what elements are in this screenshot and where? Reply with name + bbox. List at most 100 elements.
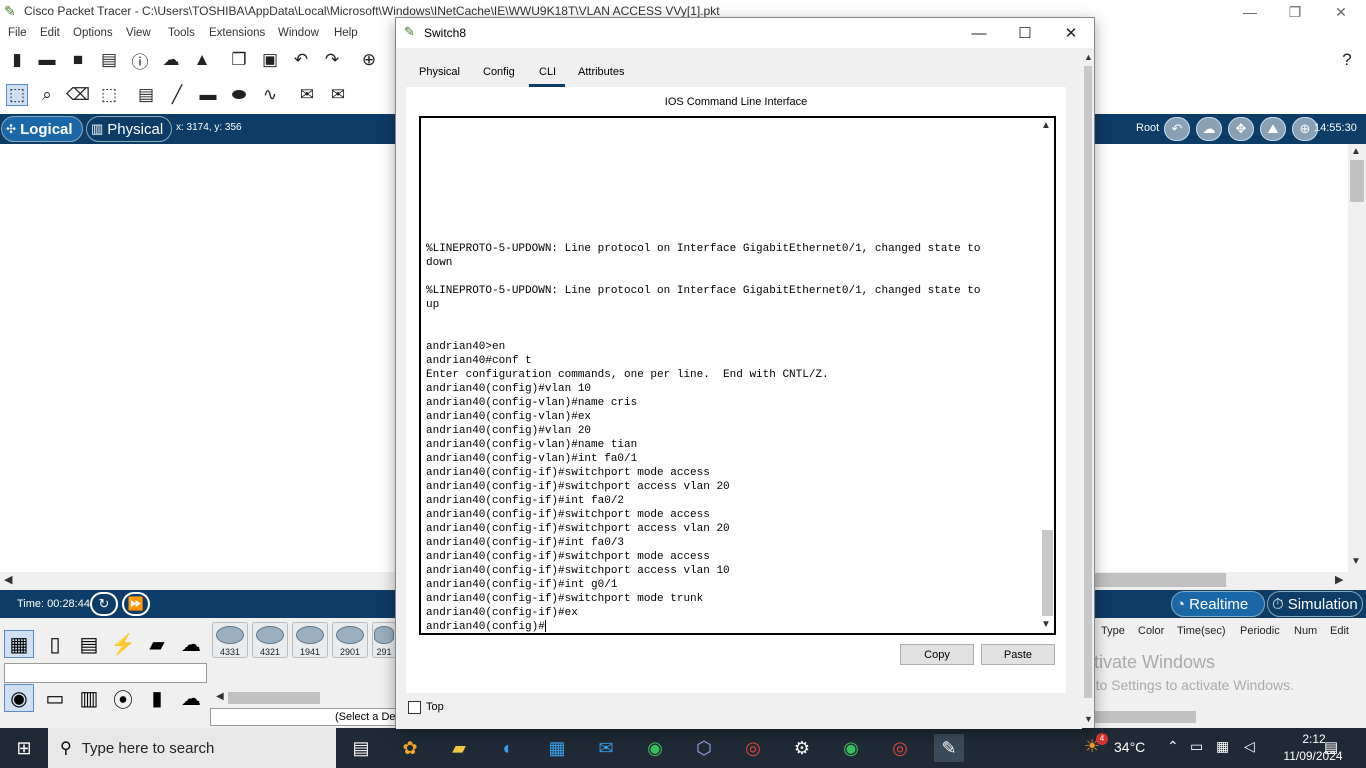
menu-tools[interactable]: Tools (168, 27, 195, 39)
mail-icon[interactable]: ✉ (591, 734, 621, 762)
back-icon[interactable]: ↶ (1164, 117, 1190, 141)
close-button[interactable]: ✕ (1318, 0, 1364, 24)
router-tile-2911[interactable]: 291 (372, 622, 396, 658)
notifications-icon[interactable]: ▤ (1324, 738, 1338, 756)
terminal-scroll-down-icon[interactable]: ▼ (1041, 619, 1051, 630)
open-folder-icon[interactable]: ▬ (36, 49, 58, 71)
device-list-thumb[interactable] (228, 692, 320, 704)
tray-date[interactable]: 11/09/2024 (1276, 749, 1350, 763)
help-icon[interactable]: ? (1336, 49, 1358, 71)
dialog-maximize-button[interactable]: ☐ (1002, 18, 1048, 48)
reset-time-icon[interactable]: ↻ (90, 592, 118, 616)
note-icon[interactable]: ▤ (135, 84, 157, 106)
whatsapp-icon[interactable]: ◉ (640, 734, 670, 762)
switches-icon[interactable]: ▭ (40, 684, 70, 712)
menu-edit[interactable]: Edit (40, 27, 60, 39)
menu-extensions[interactable]: Extensions (209, 27, 265, 39)
keyboard-icon[interactable]: ▦ (1216, 738, 1229, 755)
dialog-close-button[interactable]: ✕ (1048, 18, 1094, 48)
security-icon[interactable]: ▮ (142, 684, 172, 712)
router-tile-4331[interactable]: 4331 (212, 622, 248, 658)
scroll-right-icon[interactable]: ▶ (1335, 573, 1343, 586)
chrome-profile-icon[interactable]: ◎ (885, 734, 915, 762)
components-icon[interactable]: ▤ (74, 630, 104, 658)
dialog-scroll-up-icon[interactable]: ▲ (1084, 52, 1093, 62)
dialog-scroll-down-icon[interactable]: ▼ (1084, 714, 1093, 724)
move-icon[interactable]: ✥ (1228, 117, 1254, 141)
print-icon[interactable]: ▤ (98, 49, 120, 71)
redo-icon[interactable]: ↷ (321, 49, 343, 71)
activity-wizard-icon[interactable]: ▲ (191, 49, 213, 71)
nox-icon[interactable]: ⬡ (689, 734, 719, 762)
store-icon[interactable]: ▦ (542, 734, 572, 762)
inspect-icon[interactable]: ⌕ (36, 84, 58, 106)
menu-options[interactable]: Options (73, 27, 113, 39)
dialog-titlebar[interactable]: ✎ Switch8 — ☐ ✕ (396, 18, 1094, 48)
physical-mode-button[interactable]: ▥ Physical (86, 116, 172, 142)
cli-terminal[interactable]: %LINEPROTO-5-UPDOWN: Line protocol on In… (419, 116, 1056, 635)
menu-file[interactable]: File (8, 27, 27, 39)
paste-icon[interactable]: ▣ (259, 49, 281, 71)
wan-emulation-icon[interactable]: ☁ (176, 684, 206, 712)
scroll-down-icon[interactable]: ▼ (1351, 556, 1361, 567)
taskbar-search[interactable]: ⚲ Type here to search (48, 728, 336, 768)
rectangle-icon[interactable]: ▬ (197, 84, 219, 106)
routers-icon[interactable]: ◉ (4, 684, 34, 712)
realtime-mode-button[interactable]: ◔ Realtime (1171, 591, 1265, 617)
fast-forward-icon[interactable]: ⏩ (122, 592, 150, 616)
file-explorer-icon[interactable]: ▰ (444, 734, 474, 762)
tab-cli[interactable]: CLI (539, 66, 556, 78)
packet-tracer-taskbar-icon[interactable]: ✎ (934, 734, 964, 762)
undo-icon[interactable]: ↶ (290, 49, 312, 71)
copy-icon[interactable]: ❐ (228, 49, 250, 71)
delete-icon[interactable]: ⌫ (66, 84, 90, 106)
menu-help[interactable]: Help (334, 27, 358, 39)
dialog-scroll-thumb[interactable] (1084, 66, 1092, 698)
connections-icon[interactable]: ⚡ (108, 630, 138, 658)
router-tile-4321[interactable]: 4321 (252, 622, 288, 658)
router-tile-2901[interactable]: 2901 (332, 622, 368, 658)
tab-physical[interactable]: Physical (419, 66, 460, 78)
edge-icon[interactable]: ◐ (493, 734, 523, 762)
multiuser-icon[interactable]: ☁ (176, 630, 206, 658)
paste-button[interactable]: Paste (981, 644, 1055, 665)
network-info-icon[interactable]: ☁ (160, 49, 182, 71)
pdu-scroll-thumb[interactable] (1094, 711, 1196, 723)
simple-pdu-icon[interactable]: ✉ (296, 84, 318, 106)
simulation-mode-button[interactable]: ⏱ Simulation (1267, 591, 1363, 617)
misc-icon[interactable]: ▰ (142, 630, 172, 658)
tab-config[interactable]: Config (483, 66, 515, 78)
zoom-in-icon[interactable]: ⊕ (358, 49, 380, 71)
workspace-vertical-thumb[interactable] (1350, 160, 1364, 202)
minimize-button[interactable]: — (1227, 0, 1273, 24)
tray-chevron-icon[interactable]: ⌃ (1167, 738, 1179, 755)
save-icon[interactable]: ■ (67, 49, 89, 71)
device-scroll-left-icon[interactable]: ◀ (216, 691, 224, 702)
chrome-icon[interactable]: ◎ (738, 734, 768, 762)
terminal-scroll-up-icon[interactable]: ▲ (1041, 120, 1051, 131)
volume-icon[interactable]: ◁ (1244, 738, 1255, 755)
cluster-icon[interactable]: ☁ (1196, 117, 1222, 141)
workspace-vertical-scrollbar[interactable] (1348, 144, 1366, 572)
end-devices-icon[interactable]: ▯ (40, 630, 70, 658)
wireless-icon[interactable]: ⦿ (108, 684, 138, 712)
windows-start-icon[interactable]: ⊞ (0, 728, 48, 768)
draw-line-icon[interactable]: ╱ (166, 84, 188, 106)
freeform-icon[interactable]: ∿ (259, 84, 281, 106)
background-icon[interactable]: ⛰ (1260, 117, 1286, 141)
info-icon[interactable]: ⓘ (129, 49, 151, 72)
restore-button[interactable]: ❐ (1272, 0, 1318, 24)
spotify-icon[interactable]: ◉ (836, 734, 866, 762)
logical-mode-button[interactable]: ✣ Logical (1, 116, 83, 142)
terminal-output[interactable]: %LINEPROTO-5-UPDOWN: Line protocol on In… (426, 118, 1038, 633)
scroll-up-icon[interactable]: ▲ (1351, 146, 1361, 157)
select-icon[interactable]: ⬚ (6, 84, 28, 106)
device-search-box[interactable] (4, 663, 207, 683)
resize-shape-icon[interactable]: ⬚ (98, 84, 120, 106)
menu-window[interactable]: Window (278, 27, 319, 39)
dialog-minimize-button[interactable]: — (956, 18, 1002, 48)
complex-pdu-icon[interactable]: ✉ (327, 84, 349, 106)
top-checkbox[interactable] (408, 701, 421, 714)
new-file-icon[interactable]: ▮ (6, 49, 28, 71)
menu-view[interactable]: View (126, 27, 151, 39)
